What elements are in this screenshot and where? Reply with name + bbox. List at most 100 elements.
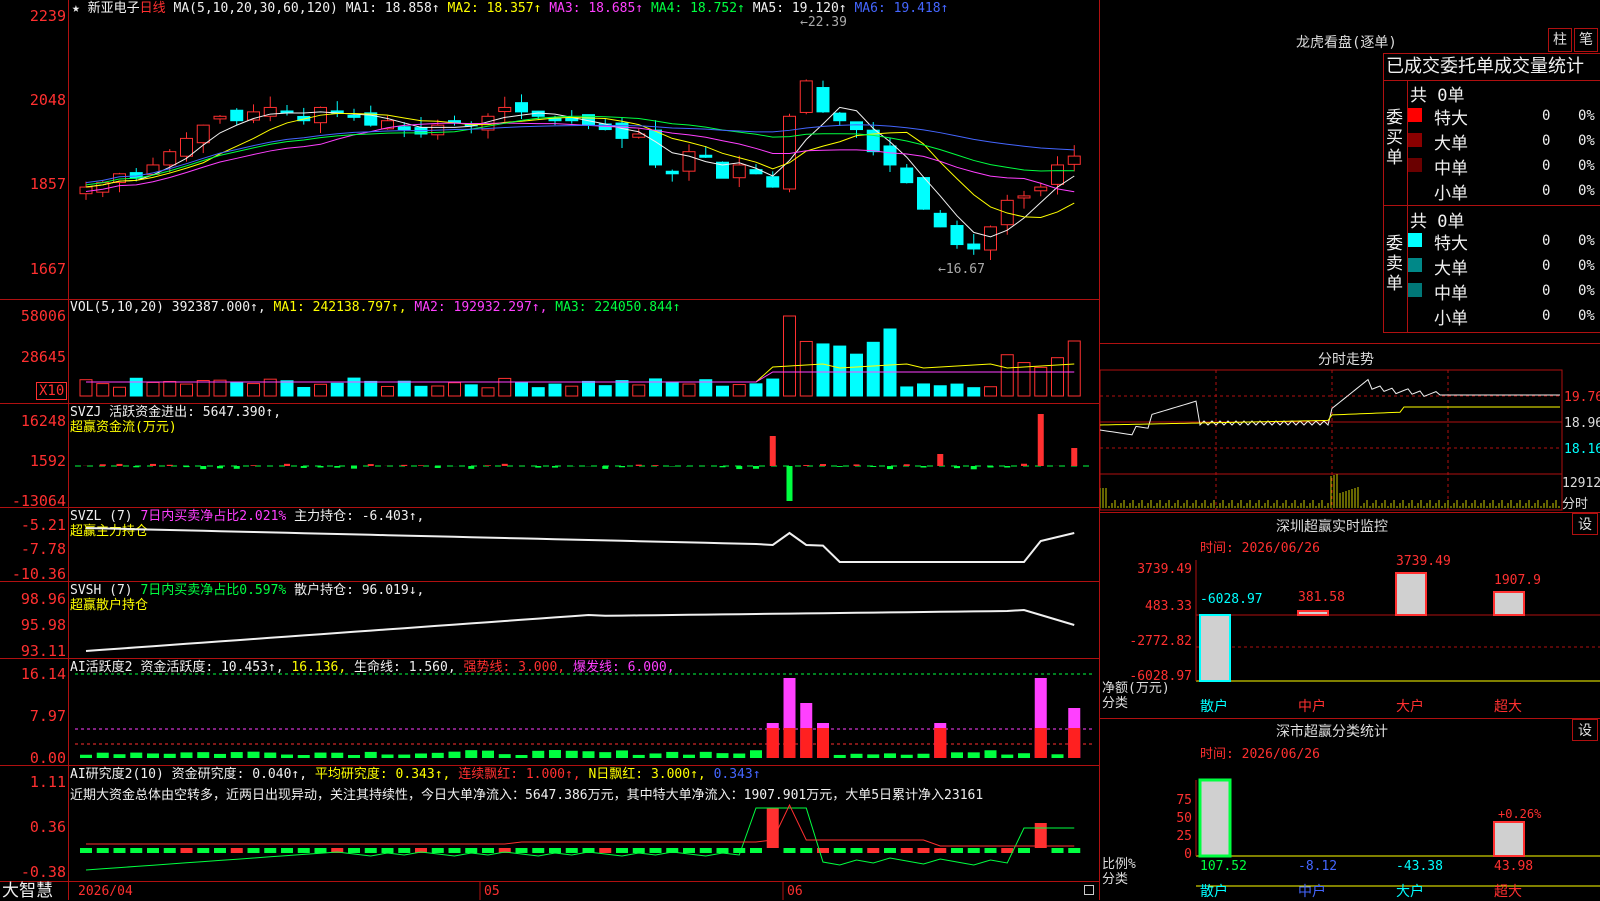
stat-category-label: 中户 xyxy=(1298,883,1326,900)
monitor-bar xyxy=(1200,615,1230,681)
volume-bar xyxy=(231,383,243,396)
ai1-bar xyxy=(516,755,528,758)
candle-body xyxy=(1068,156,1080,164)
svzj-bar xyxy=(535,466,541,468)
ai1-bar xyxy=(80,755,92,758)
ai1-bar xyxy=(147,753,159,758)
order-count: 0 xyxy=(1542,279,1550,303)
order-row: 中单00% xyxy=(1408,154,1600,178)
candle-body xyxy=(817,88,829,112)
ai1-bar xyxy=(181,752,193,758)
volume-bar xyxy=(1068,341,1080,396)
order-count: 0 xyxy=(1542,304,1550,328)
stat-bar xyxy=(1200,780,1230,856)
svzj-bar xyxy=(200,466,206,469)
candle-body xyxy=(951,226,963,245)
svzj-bar xyxy=(887,466,893,469)
svzj-bar xyxy=(368,464,374,466)
ai1-bar xyxy=(985,750,997,758)
ai1-bar xyxy=(549,750,561,758)
stat-bar-value: -8.12 xyxy=(1298,859,1337,874)
ai2-bar xyxy=(616,848,628,853)
stat-bar-value: 107.52 xyxy=(1200,859,1247,874)
main-chart-area[interactable]: 2239 2048 1857 1667 58006 28645 X10 1624… xyxy=(0,0,1100,900)
volume-bar xyxy=(918,384,930,396)
svzj-bar xyxy=(1038,414,1044,466)
ai1-bar xyxy=(901,755,913,758)
volume-bar xyxy=(817,344,829,396)
monitor-bar-value: 1907.9 xyxy=(1494,573,1541,588)
monitor-category-label: 散户 xyxy=(1200,698,1228,715)
ai2-bar xyxy=(800,848,812,853)
volume-bar xyxy=(248,384,260,396)
order-percent: 0% xyxy=(1578,154,1595,178)
volume-bar xyxy=(348,378,360,396)
ai2-bar xyxy=(683,848,695,853)
svzj-bar xyxy=(803,465,809,466)
candle-body xyxy=(934,213,946,227)
svzj-bar xyxy=(351,466,357,469)
volume-bar xyxy=(834,346,846,396)
ai2-bar xyxy=(97,848,109,853)
stat-percent-label: +0.26% xyxy=(1498,807,1542,821)
ai1-bar xyxy=(398,755,410,758)
candle-body xyxy=(834,113,846,121)
candle-body xyxy=(683,152,695,171)
order-percent: 0% xyxy=(1578,279,1595,303)
volume-bar xyxy=(683,384,695,396)
ai2-bar xyxy=(181,848,193,853)
volume-bar xyxy=(1052,358,1064,396)
monitor-bar-value: 381.58 xyxy=(1298,590,1345,605)
ai2-bar xyxy=(968,848,980,853)
svzj-bar xyxy=(736,466,742,469)
svzj-bar xyxy=(753,466,759,469)
ai2-bar xyxy=(114,848,126,853)
volume-bar xyxy=(750,384,762,396)
stat-y-label: 25 xyxy=(1176,829,1192,844)
ai1-bar xyxy=(583,751,595,758)
volume-bar xyxy=(867,342,879,396)
ai1-bar xyxy=(633,755,645,758)
order-count: 0 xyxy=(1542,104,1550,128)
ai2-bar xyxy=(884,848,896,853)
ai1-bar xyxy=(432,753,444,758)
ai2-bar xyxy=(482,848,494,853)
volume-bar xyxy=(566,386,578,396)
chart-canvas[interactable] xyxy=(0,0,1100,900)
stat-category-label: 超大 xyxy=(1494,884,1522,900)
order-size-label: 大单 xyxy=(1434,254,1468,279)
order-size-label: 中单 xyxy=(1434,154,1468,179)
monitor-category-label: 超大 xyxy=(1494,699,1522,715)
svzj-bar xyxy=(334,466,340,468)
ai2-bar xyxy=(432,848,444,853)
svzj-bar xyxy=(1021,464,1027,466)
monitor-category-label: 中户 xyxy=(1298,698,1326,715)
ai1-bar xyxy=(918,754,930,758)
candle-body xyxy=(1035,187,1047,191)
volume-bar xyxy=(666,382,678,396)
order-size-label: 小单 xyxy=(1434,179,1468,204)
svzj-bar xyxy=(988,466,994,467)
volume-bar xyxy=(516,383,528,396)
ai1-bar xyxy=(851,754,863,758)
ai2-bar xyxy=(197,848,209,853)
volume-bar xyxy=(214,380,226,396)
volume-bar xyxy=(465,385,477,396)
svzj-bar xyxy=(167,465,173,466)
monitor-bar xyxy=(1396,573,1426,615)
svzj-bar xyxy=(904,464,910,466)
candle-body xyxy=(851,122,863,130)
ai2-bar xyxy=(532,848,544,853)
monitor-category-label: 大户 xyxy=(1396,698,1424,715)
ai2-bar xyxy=(214,848,226,853)
ai1-bar xyxy=(315,753,327,758)
monitor-bar-value: -6028.97 xyxy=(1200,592,1263,607)
ai1-bar xyxy=(951,752,963,758)
candle-body xyxy=(968,244,980,249)
volume-bar xyxy=(147,382,159,396)
ai2-bar xyxy=(348,848,360,853)
volume-bar xyxy=(398,381,410,396)
svzj-bar xyxy=(921,466,927,468)
monitor-bar xyxy=(1494,592,1524,615)
ai2-bar xyxy=(566,848,578,853)
